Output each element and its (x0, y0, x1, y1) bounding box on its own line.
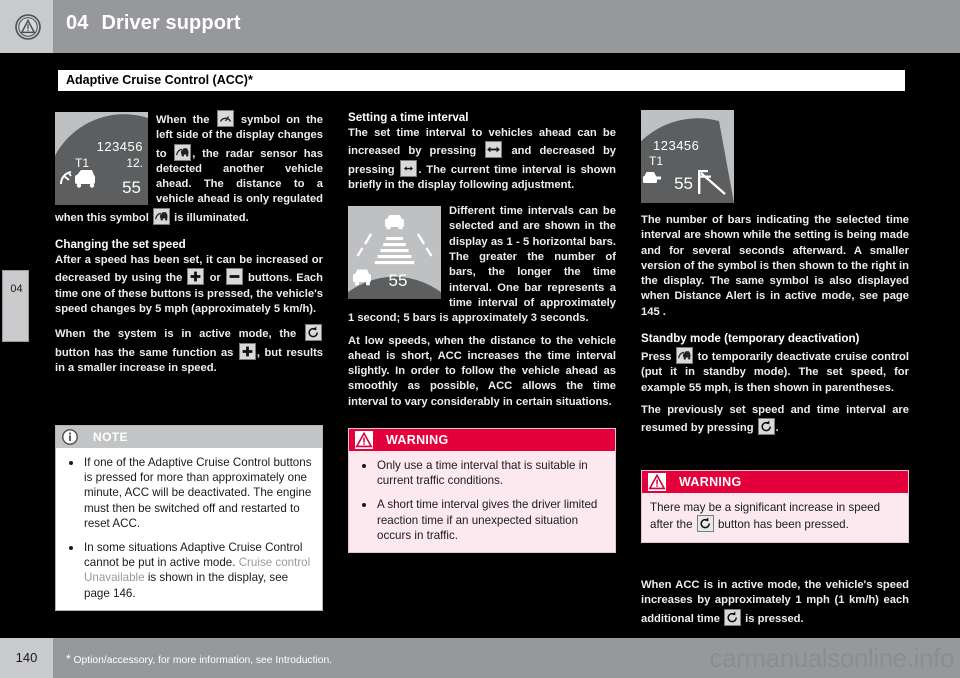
header-icon-panel (0, 0, 53, 53)
col3-paragraph-4: When ACC is in active mode, the vehicle'… (641, 578, 909, 627)
svg-text:T1: T1 (649, 154, 663, 168)
manual-page: 04 Driver support 04 Adaptive Cruise Cont… (0, 0, 960, 678)
col1-p2-b: or (205, 272, 225, 285)
col1-paragraph-3: When the system is in active mode, the b… (55, 324, 323, 376)
plus-button-icon-2 (238, 342, 256, 360)
figure-instrument-cluster-small-symbol: 123456 T1 55 (641, 110, 734, 203)
col1-paragraph-2: After a speed has been set, it can be in… (55, 253, 323, 317)
svg-text:123456: 123456 (97, 139, 143, 154)
column-3: 123456 T1 55 The number of bars indicati… (641, 110, 909, 437)
chapter-tab-label: 04 (10, 283, 23, 295)
standby-vehicle-symbol-icon (676, 347, 694, 365)
resume-button-icon-warning (696, 515, 714, 533)
column-3-tail: When ACC is in active mode, the vehicle'… (641, 578, 909, 627)
col3-paragraph-2: Press to temporarily deactivate cruise c… (641, 347, 909, 396)
note-header: NOTE (56, 426, 322, 448)
col1-p3-b: button has the same function as (55, 346, 238, 359)
warning-body: Only use a time interval that is suitabl… (349, 451, 615, 552)
warning-triangle-icon-3 (648, 473, 666, 491)
col1-p3-a: When the system is in active mode, the (55, 328, 304, 341)
col3-p3-b: . (775, 422, 779, 435)
figure-time-interval-bars-display: 55 (348, 206, 441, 300)
page-footer: 140 * Option/accessory, for more informa… (0, 638, 960, 678)
col1-p1-a: When the (156, 114, 216, 126)
note-bullet-1: If one of the Adaptive Cruise Control bu… (64, 455, 314, 531)
warning-box-resume: WARNING There may be a significant incre… (641, 470, 909, 543)
column-2: Setting a time interval The set time int… (348, 110, 616, 410)
col3-paragraph-3: The previously set speed and time interv… (641, 403, 909, 437)
col1-p1-d: is illuminated. (170, 211, 249, 224)
note-box: NOTE If one of the Adaptive Cruise Contr… (55, 425, 323, 611)
note-label: NOTE (93, 430, 128, 444)
figure-instrument-cluster-acc-active: 123456 T1 12. 55 (55, 112, 148, 205)
warning-triangle-icon (355, 431, 373, 449)
col1-heading-changing-set-speed: Changing the set speed (55, 238, 186, 252)
warning-text-3: There may be a significant increase in s… (650, 500, 900, 533)
warning-header-3: WARNING (642, 471, 908, 493)
warning-label: WARNING (386, 433, 449, 447)
resume-button-icon-3 (757, 418, 775, 436)
warning-bullet-2: A short time interval gives the driver l… (357, 497, 607, 543)
page-title: 04 Driver support (66, 12, 241, 35)
footer-note-text: Option/accessory, for more information, … (73, 655, 333, 666)
footer-page-panel: 140 (0, 638, 53, 678)
vehicle-detected-symbol-icon (174, 143, 192, 161)
note-body: If one of the Adaptive Cruise Control bu… (56, 448, 322, 610)
info-circle-icon (62, 429, 78, 445)
chapter-tab: 04 (2, 270, 29, 342)
resume-button-icon (305, 324, 322, 342)
plus-button-icon (187, 268, 205, 286)
section-title: Adaptive Cruise Control (ACC)* (66, 73, 253, 87)
chapter-title: Driver support (101, 12, 241, 34)
warning-box-time-interval: WARNING Only use a time interval that is… (348, 428, 616, 554)
warning-body-3: There may be a significant increase in s… (642, 493, 908, 542)
col3-p2-a: Press (641, 351, 676, 364)
increase-interval-button-icon (485, 141, 503, 159)
warning-box-2-wrapper: WARNING Only use a time interval that is… (348, 428, 616, 554)
warning-header: WARNING (349, 429, 615, 451)
svg-text:T1: T1 (75, 156, 89, 170)
column-1: 123456 T1 12. 55 When the symbol on the … (55, 110, 323, 376)
warning-bullet-1: Only use a time interval that is suitabl… (357, 458, 607, 488)
warning-text-3-b: button has been pressed. (714, 518, 849, 532)
svg-text:55: 55 (122, 178, 141, 197)
footer-page-number: 140 (15, 650, 38, 665)
note-bullet-list: If one of the Adaptive Cruise Control bu… (64, 455, 314, 601)
note-bullet-2: In some situations Adaptive Cruise Contr… (64, 540, 314, 601)
minus-button-icon (225, 268, 243, 286)
col3-heading-standby-mode: Standby mode (temporary deactivation) (641, 332, 860, 346)
chapter-number: 04 (66, 12, 89, 34)
col2-heading-setting-time-interval: Setting a time interval (348, 111, 469, 124)
note-box-wrapper: NOTE If one of the Adaptive Cruise Contr… (55, 425, 323, 611)
svg-text:123456: 123456 (653, 138, 699, 153)
col2-paragraph-3: At low speeds, when the distance to the … (348, 334, 616, 408)
cruise-control-symbol-icon (216, 110, 234, 127)
warning-label-3: WARNING (679, 475, 742, 489)
section-title-bar: Adaptive Cruise Control (ACC)* (55, 70, 905, 91)
page-header: 04 Driver support (0, 0, 960, 53)
svg-text:55: 55 (389, 271, 408, 290)
svg-text:12.: 12. (126, 156, 143, 170)
svg-text:55: 55 (674, 174, 693, 193)
col3-p4-b: is pressed. (742, 612, 804, 625)
warning-bullet-list: Only use a time interval that is suitabl… (357, 458, 607, 543)
resume-button-icon-4 (724, 608, 742, 626)
footer-note-star: * (66, 652, 71, 666)
vehicle-detected-symbol-icon-2 (152, 207, 170, 225)
decrease-interval-button-icon (400, 159, 418, 177)
col2-paragraph-1: The set time interval to vehicles ahead … (348, 126, 616, 193)
warning-box-3-wrapper: WARNING There may be a significant incre… (641, 470, 909, 543)
footer-note: * Option/accessory, for more information… (66, 652, 332, 666)
col3-paragraph-1: The number of bars indicating the select… (641, 214, 909, 318)
watermark: carmanualsonline.info (709, 643, 954, 673)
warning-triangle-circle-icon (15, 14, 41, 40)
